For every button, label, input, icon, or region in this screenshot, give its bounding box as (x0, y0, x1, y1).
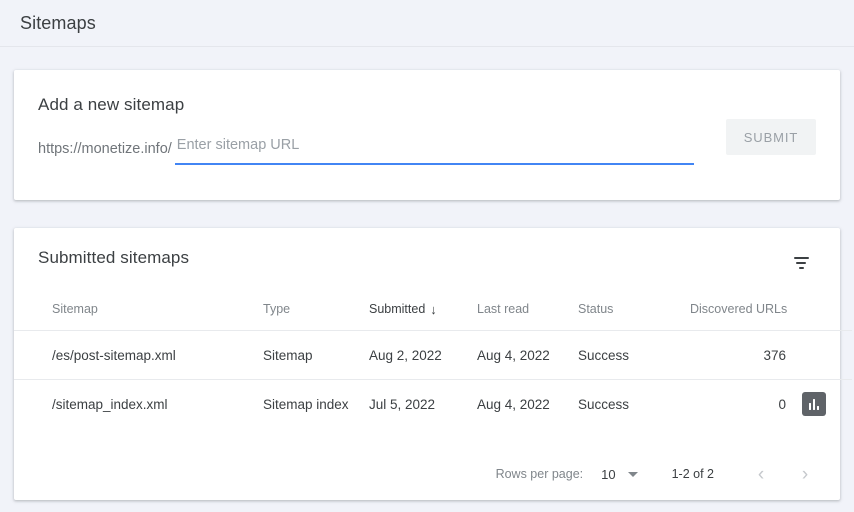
cell-actions (790, 379, 852, 428)
cell-sitemap: /es/post-sitemap.xml (14, 330, 263, 380)
column-header-last-read[interactable]: Last read (477, 302, 578, 331)
bar-chart-icon[interactable] (802, 392, 826, 416)
cell-submitted: Aug 2, 2022 (369, 330, 477, 380)
bar-2 (813, 398, 815, 410)
column-header-submitted[interactable]: Submitted ↓ (369, 302, 477, 331)
bar-1 (809, 402, 811, 410)
table-header-row: Sitemap Type Submitted ↓ Last read Status… (14, 302, 852, 331)
rows-per-page-label: Rows per page: (495, 467, 584, 481)
submitted-sitemaps-card: Submitted sitemaps Sitemap Type Submitte… (14, 228, 852, 500)
filter-list-icon[interactable] (783, 245, 819, 281)
cell-submitted: Jul 5, 2022 (369, 379, 477, 428)
cell-type: Sitemap (263, 330, 369, 380)
previous-page-button[interactable]: ‹ (744, 457, 778, 491)
column-label-type: Type (263, 302, 291, 316)
cell-discovered-urls: 0 (690, 379, 790, 428)
cell-last-read: Aug 4, 2022 (477, 379, 578, 428)
cell-type: Sitemap index (263, 379, 369, 428)
sitemaps-table: Sitemap Type Submitted ↓ Last read Status… (14, 302, 852, 428)
column-label-last-read: Last read (477, 302, 530, 316)
cell-sitemap: /sitemap_index.xml (14, 379, 263, 428)
sitemap-url-row: https://monetize.info/ SUBMIT (38, 119, 816, 165)
column-label-submitted: Submitted (369, 302, 426, 316)
column-header-sitemap[interactable]: Sitemap (14, 302, 263, 331)
table-row[interactable]: /sitemap_index.xml Sitemap index Jul 5, … (14, 379, 852, 428)
status-badge: Success (578, 379, 690, 428)
add-sitemap-heading: Add a new sitemap (38, 95, 185, 114)
column-label-sitemap: Sitemap (52, 302, 98, 316)
sort-descending-arrow-icon: ↓ (430, 302, 437, 317)
rows-per-page-select[interactable]: 10 (601, 466, 638, 482)
column-header-actions (790, 302, 852, 331)
column-header-type[interactable]: Type (263, 302, 369, 331)
bar-3 (817, 405, 819, 410)
next-page-button[interactable]: › (788, 457, 822, 491)
chevron-down-icon (627, 471, 638, 477)
status-badge: Success (578, 330, 690, 380)
filter-bar-2 (796, 262, 806, 264)
filter-bar-1 (793, 257, 809, 259)
column-header-status[interactable]: Status (578, 302, 690, 331)
submitted-sitemaps-heading: Submitted sitemaps (38, 248, 190, 267)
pagination-range-label: 1-2 of 2 (671, 467, 714, 481)
bar-chart-bars (809, 398, 819, 410)
page-title: Sitemaps (20, 12, 96, 33)
column-header-discovered-urls[interactable]: Discovered URLs (690, 302, 790, 331)
pagination-bar: Rows per page: 10 1-2 of 2 ‹ › (14, 448, 840, 500)
filter-bar-3 (798, 267, 804, 269)
rows-per-page-value: 10 (601, 466, 616, 482)
sitemap-url-input[interactable] (174, 134, 694, 163)
submit-button[interactable]: SUBMIT (726, 119, 816, 155)
cell-actions (790, 330, 852, 380)
page-header: Sitemaps (0, 0, 854, 47)
sitemap-url-field (174, 134, 694, 165)
column-label-status: Status (578, 302, 614, 316)
table-row[interactable]: /es/post-sitemap.xml Sitemap Aug 2, 2022… (14, 330, 852, 380)
url-prefix-label: https://monetize.info/ (38, 141, 172, 157)
add-sitemap-card: Add a new sitemap https://monetize.info/… (14, 70, 840, 200)
input-focus-underline (174, 163, 694, 165)
cell-discovered-urls: 376 (690, 330, 790, 380)
column-label-discovered-urls: Discovered URLs (690, 302, 788, 316)
cell-last-read: Aug 4, 2022 (477, 330, 578, 380)
